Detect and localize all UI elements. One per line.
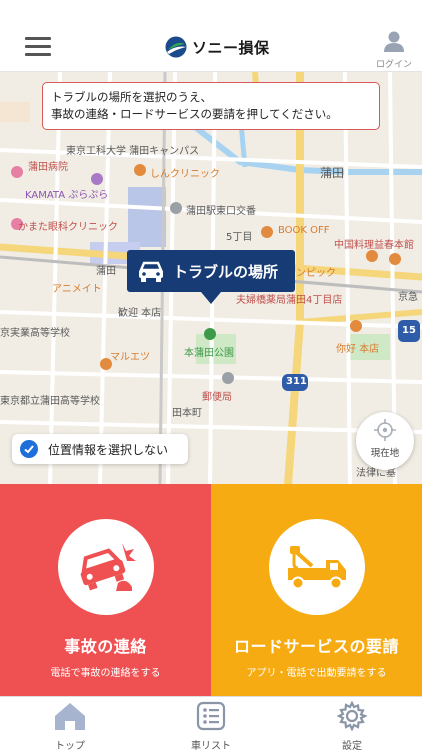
tab-car-list-label: 車リスト (191, 741, 231, 750)
logo-text: ソニー損保 (192, 38, 270, 57)
map-label: BOOK OFF (278, 225, 330, 236)
map-label: 蒲田 (96, 266, 116, 277)
app-header: ソニー損保 ログイン (0, 0, 422, 72)
map-label: 京実業高等学校 (0, 328, 70, 339)
map-label: 東京工科大学 蒲田キャンパス (66, 146, 200, 157)
map-label: ンピック (296, 268, 336, 279)
map-label: 東京都立蒲田高等学校 (0, 396, 100, 407)
map-label: 中国料理益春本館 (334, 240, 414, 251)
home-icon (55, 703, 85, 730)
sony-logo-icon (165, 36, 187, 58)
map-label: KAMATA ぷらぷら (25, 190, 109, 201)
map-label: 蒲田駅東口交番 (186, 206, 256, 217)
crosshair-icon (374, 419, 396, 441)
car-icon (139, 261, 163, 282)
map-label: マルエツ (110, 352, 150, 363)
checkmark-icon (20, 440, 38, 458)
map-label: しんクリニック (150, 169, 220, 180)
app-logo: ソニー損保 (165, 34, 270, 60)
list-icon (196, 701, 226, 731)
road-service-icon-circle (268, 519, 365, 615)
login-button[interactable]: ログイン (374, 30, 414, 70)
map-label: 郵便局 (202, 392, 232, 403)
car-crash-icon (80, 543, 136, 591)
route-15-label: 15 (402, 325, 416, 336)
map-label: 本蒲田公園 (184, 348, 234, 359)
bottom-tab-bar: トップ 車リスト 設定 (0, 696, 422, 750)
road-service-title: ロードサービスの要請 (233, 637, 399, 656)
no-location-label: 位置情報を選択しない (48, 442, 169, 457)
accident-title: 事故の連絡 (64, 637, 147, 656)
map-label: 5丁目 (226, 232, 253, 243)
tab-top[interactable]: トップ (20, 701, 120, 750)
tab-settings-label: 設定 (342, 741, 362, 750)
current-location-label: 現在地 (370, 448, 400, 459)
accident-icon-circle (57, 519, 154, 615)
route-311-label: 311 (286, 376, 307, 387)
map-label: 歓迎 本店 (118, 308, 162, 319)
road-service-subtitle: アプリ・電話で出動要請をする (246, 668, 387, 679)
map-label: 京急 (398, 292, 418, 303)
tow-truck-icon (287, 546, 346, 590)
tab-settings[interactable]: 設定 (302, 700, 402, 750)
map-view[interactable]: トラブルの場所を選択のうえ、 事故の連絡・ロードサービスの要請を押してください。… (0, 72, 422, 484)
map-label: 蒲田病院 (28, 162, 68, 173)
tab-top-label: トップ (55, 741, 85, 750)
trouble-location-pin[interactable]: トラブルの場所 (127, 250, 295, 304)
login-label: ログイン (375, 60, 412, 70)
map-label: 田本町 (172, 408, 202, 419)
current-location-button[interactable]: 現在地 (356, 412, 414, 470)
map-label: 夫婦橋薬局蒲田4丁目店 (236, 295, 343, 306)
map-label: 蒲田 (320, 166, 345, 180)
road-service-button[interactable]: ロードサービスの要請 アプリ・電話で出動要請をする (211, 484, 422, 696)
map-label: かまた眼科クリニック (18, 222, 118, 233)
tab-car-list[interactable]: 車リスト (161, 701, 261, 750)
map-label: 你好 本店 (336, 344, 380, 355)
user-icon (384, 31, 404, 52)
no-location-checkbox[interactable]: 位置情報を選択しない (12, 434, 188, 464)
map-label: アニメイト (52, 284, 102, 295)
accident-report-button[interactable]: 事故の連絡 電話で事故の連絡をする (0, 484, 211, 696)
hamburger-icon[interactable] (25, 37, 51, 57)
gear-icon (336, 700, 368, 732)
pin-label: トラブルの場所 (173, 262, 279, 281)
instruction-notice: トラブルの場所を選択のうえ、 事故の連絡・ロードサービスの要請を押してください。 (42, 82, 380, 130)
accident-subtitle: 電話で事故の連絡をする (50, 668, 161, 679)
